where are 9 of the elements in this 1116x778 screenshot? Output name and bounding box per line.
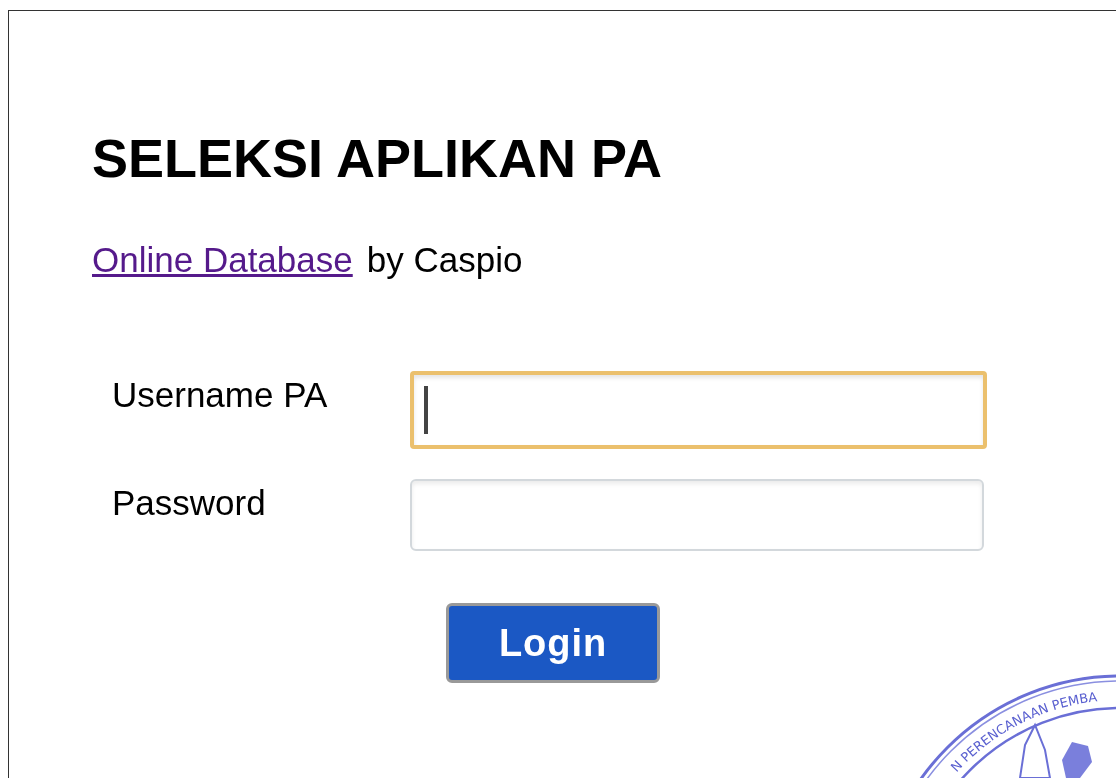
input-field[interactable] [410, 479, 984, 551]
online-database-link[interactable]: Online Database [92, 238, 353, 282]
field-label: Password [111, 482, 267, 524]
field-label: Username PA [111, 374, 329, 416]
input-field[interactable] [410, 371, 987, 449]
text-cursor-icon [424, 386, 428, 434]
login-button[interactable]: Login [446, 603, 660, 683]
page-title: SELEKSI APLIKAN PA [92, 127, 663, 190]
byline-text: by Caspio [366, 239, 523, 281]
